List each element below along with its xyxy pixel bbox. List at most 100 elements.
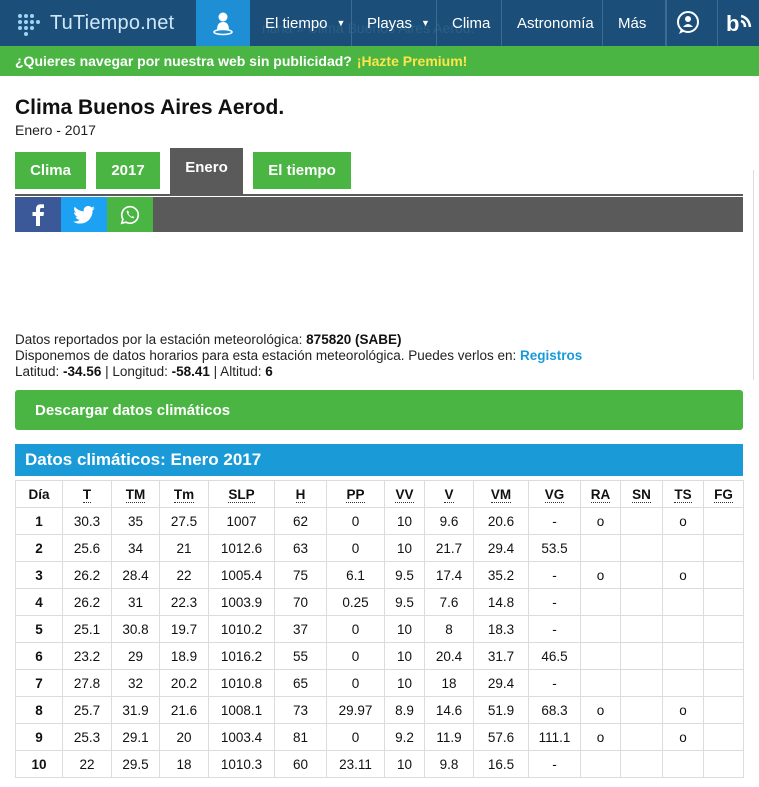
column-header[interactable]: H	[274, 480, 327, 508]
lat-value: -34.56	[63, 364, 102, 379]
column-header[interactable]: VV	[384, 480, 425, 508]
data-cell: 20.4	[424, 642, 474, 670]
data-cell: 0	[326, 723, 385, 751]
user-location-button[interactable]	[196, 0, 250, 46]
data-cell	[703, 588, 744, 616]
main-menu: El tiempo ▼ Playas ▼ Clima Astronomía Más	[250, 0, 666, 46]
tab-clima[interactable]: Clima	[15, 152, 86, 189]
column-header[interactable]: TS	[662, 480, 704, 508]
data-cell: 1010.2	[208, 615, 275, 643]
data-cell: 29.4	[473, 669, 529, 697]
data-cell: 0	[326, 507, 385, 535]
data-cell	[662, 669, 704, 697]
data-cell	[620, 750, 663, 778]
column-header[interactable]: FG	[703, 480, 744, 508]
data-cell: 9.5	[384, 588, 425, 616]
twitter-share-button[interactable]	[61, 197, 107, 232]
column-header[interactable]: SN	[620, 480, 663, 508]
data-cell: 21.7	[424, 534, 474, 562]
station-info-label: Datos reportados por la estación meteoro…	[15, 332, 307, 347]
data-cell: 35	[111, 507, 160, 535]
lon-label: | Longitud:	[101, 364, 172, 379]
data-cell: 65	[274, 669, 327, 697]
column-header-label: VM	[490, 486, 512, 503]
table-header-row: Día T TM Tm SLP H PP VV V VM VG RA SN TS FG	[15, 480, 744, 508]
data-cell: 21.6	[159, 696, 209, 724]
data-cell: 22	[62, 750, 112, 778]
data-cell: o	[662, 507, 704, 535]
chat-button[interactable]	[666, 0, 709, 46]
records-link[interactable]: Registros	[520, 348, 582, 363]
data-cell: 14.6	[424, 696, 474, 724]
column-header[interactable]: VM	[473, 480, 529, 508]
data-cell: 10	[384, 669, 425, 697]
day-cell: 8	[15, 696, 63, 724]
data-cell: 21	[159, 534, 209, 562]
column-header[interactable]: Tm	[159, 480, 209, 508]
tab-enero[interactable]: Enero	[170, 148, 243, 194]
climate-table-heading: Datos climáticos: Enero 2017	[15, 444, 743, 476]
premium-banner[interactable]: ¿Quieres navegar por nuestra web sin pub…	[0, 46, 759, 76]
menu-playas[interactable]: Playas ▼	[352, 0, 437, 46]
data-cell: 29.5	[111, 750, 160, 778]
data-cell: o	[662, 723, 704, 751]
menu-astronomia-label: Astronomía	[517, 14, 594, 32]
data-cell: 25.7	[62, 696, 112, 724]
data-cell	[703, 723, 744, 751]
station-info-line: Datos reportados por la estación meteoro…	[15, 332, 401, 347]
column-header[interactable]: PP	[326, 480, 385, 508]
data-cell	[662, 750, 704, 778]
premium-cta-link[interactable]: ¡Hazte Premium!	[357, 53, 467, 69]
facebook-share-button[interactable]	[15, 197, 61, 232]
menu-clima[interactable]: Clima	[437, 0, 502, 46]
data-cell	[580, 534, 621, 562]
tab-el-tiempo[interactable]: El tiempo	[253, 152, 351, 189]
column-header[interactable]: T	[62, 480, 112, 508]
data-cell: 1003.4	[208, 723, 275, 751]
data-cell: o	[662, 561, 704, 589]
data-cell: 18.9	[159, 642, 209, 670]
data-cell	[662, 642, 704, 670]
tab-2017[interactable]: 2017	[96, 152, 160, 189]
data-cell: 53.5	[528, 534, 581, 562]
column-header[interactable]: SLP	[208, 480, 275, 508]
data-cell	[703, 534, 744, 562]
data-cell: 25.3	[62, 723, 112, 751]
data-cell	[620, 534, 663, 562]
data-cell: 31	[111, 588, 160, 616]
download-climate-data-button[interactable]: Descargar datos climáticos	[15, 390, 743, 430]
data-cell: 9.8	[424, 750, 474, 778]
whatsapp-share-button[interactable]	[107, 197, 153, 232]
data-cell: 75	[274, 561, 327, 589]
column-header-label: Día	[28, 486, 50, 502]
data-cell	[620, 615, 663, 643]
data-cell	[580, 615, 621, 643]
data-cell: 68.3	[528, 696, 581, 724]
data-cell: 62	[274, 507, 327, 535]
menu-mas[interactable]: Más	[603, 0, 666, 46]
data-cell	[580, 750, 621, 778]
site-logo[interactable]: TuTiempo.net	[14, 0, 194, 46]
table-row: 10 22 29.5 18 1010.3 60 23.11 10 9.8 16.5-	[15, 750, 744, 778]
day-cell: 6	[15, 642, 63, 670]
data-cell: 35.2	[473, 561, 529, 589]
data-cell: 1003.9	[208, 588, 275, 616]
day-cell: 5	[15, 615, 63, 643]
menu-el-tiempo[interactable]: El tiempo ▼	[250, 0, 352, 46]
premium-banner-text: ¿Quieres navegar por nuestra web sin pub…	[15, 53, 352, 69]
column-header-label: V	[444, 486, 454, 503]
column-header[interactable]: V	[424, 480, 474, 508]
data-cell: 25.6	[62, 534, 112, 562]
column-header[interactable]: VG	[528, 480, 581, 508]
data-cell: -	[528, 561, 581, 589]
data-cell: 81	[274, 723, 327, 751]
blog-button[interactable]: b	[717, 0, 759, 46]
data-cell: o	[580, 561, 621, 589]
column-header-label: H	[295, 486, 306, 503]
data-cell	[620, 588, 663, 616]
column-header[interactable]: RA	[580, 480, 621, 508]
data-cell: 60	[274, 750, 327, 778]
column-header[interactable]: TM	[111, 480, 160, 508]
menu-astronomia[interactable]: Astronomía	[502, 0, 603, 46]
day-cell: 1	[15, 507, 63, 535]
